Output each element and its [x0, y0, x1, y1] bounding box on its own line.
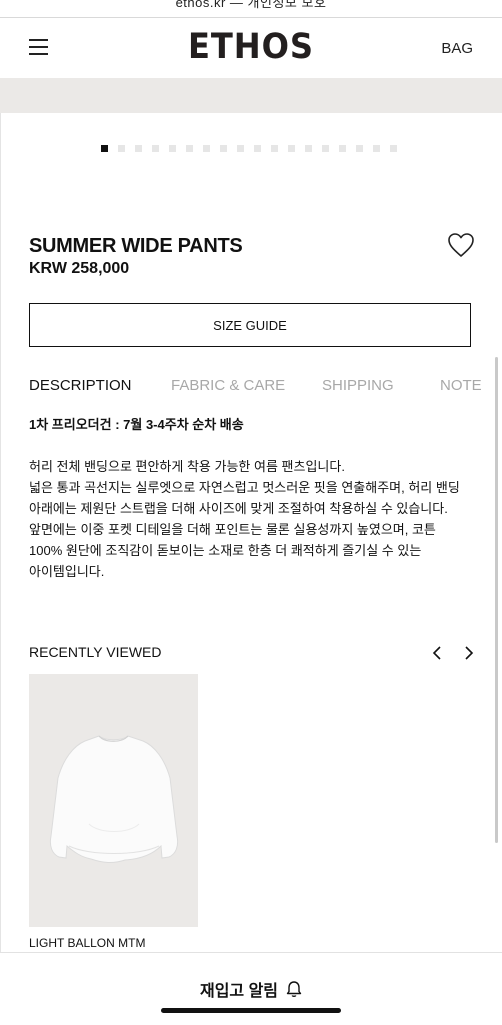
gallery-dot[interactable] — [220, 145, 227, 152]
description-line: 아이템입니다. — [29, 564, 105, 579]
size-guide-button[interactable]: SIZE GUIDE — [29, 303, 471, 347]
description-line: 아래에는 제원단 스트랩을 더해 사이즈에 맞게 조절하여 착용하실 수 있습니… — [29, 501, 448, 516]
gallery-dot[interactable] — [390, 145, 397, 152]
preorder-notice: 1차 프리오더건 : 7월 3-4주차 순차 배송 — [29, 417, 244, 432]
description-line: 허리 전체 밴딩으로 편안하게 착용 가능한 여름 팬츠입니다. — [29, 459, 345, 474]
restock-alert-label: 재입고 알림 — [199, 983, 279, 1000]
browser-url: ethos.kr — 개인정보 보호 — [175, 0, 327, 10]
recent-product-name[interactable]: LIGHT BALLON MTM — [29, 936, 145, 950]
gallery-dot[interactable] — [152, 145, 159, 152]
site-header: ETHOS BAG — [0, 18, 502, 78]
gallery-dot[interactable] — [118, 145, 125, 152]
gallery-dot[interactable] — [186, 145, 193, 152]
heart-icon[interactable] — [447, 232, 475, 258]
gallery-dot[interactable] — [356, 145, 363, 152]
gallery-dot[interactable] — [135, 145, 142, 152]
sweatshirt-image — [49, 735, 179, 863]
description-line: 100% 원단에 조직감이 돋보이는 소재로 한층 더 쾌적하게 즐기실 수 있… — [29, 543, 422, 558]
gallery-dot[interactable] — [271, 145, 278, 152]
home-indicator — [161, 1008, 341, 1013]
product-title: SUMMER WIDE PANTS — [29, 235, 243, 257]
tab-note[interactable]: NOTE — [440, 377, 482, 394]
gallery-dot[interactable] — [254, 145, 261, 152]
bag-link[interactable]: BAG — [441, 40, 473, 57]
description-line: 넓은 통과 곡선지는 실루엣으로 자연스럽고 멋스러운 핏을 연출해주며, 허리… — [29, 480, 460, 495]
product-image-gallery[interactable] — [0, 78, 502, 113]
gallery-dot[interactable] — [373, 145, 380, 152]
browser-url-bar[interactable]: ethos.kr — 개인정보 보호 — [0, 0, 502, 18]
gallery-dot[interactable] — [288, 145, 295, 152]
product-price: KRW 258,000 — [29, 260, 130, 277]
bell-icon — [286, 981, 302, 998]
restock-alert-button[interactable]: 재입고 알림 — [0, 977, 502, 1001]
gallery-dot[interactable] — [101, 145, 108, 152]
gallery-dot[interactable] — [322, 145, 329, 152]
product-description: 허리 전체 밴딩으로 편안하게 착용 가능한 여름 팬츠입니다. 넓은 통과 곡… — [29, 456, 479, 582]
chevron-right-icon[interactable] — [461, 645, 475, 661]
brand-logo[interactable]: ETHOS — [20, 27, 482, 67]
tab-description[interactable]: DESCRIPTION — [29, 377, 132, 394]
gallery-dot[interactable] — [237, 145, 244, 152]
recent-product-image[interactable] — [29, 674, 198, 927]
chevron-left-icon[interactable] — [431, 645, 445, 661]
page-edge — [0, 0, 1, 1024]
bottom-action-bar: 재입고 알림 — [0, 952, 502, 1025]
tab-shipping[interactable]: SHIPPING — [322, 377, 394, 394]
description-line: 앞면에는 이중 포켓 디테일을 더해 포인트는 물론 실용성까지 높였으며, 코… — [29, 522, 436, 537]
tab-fabric-care[interactable]: FABRIC & CARE — [171, 377, 285, 394]
gallery-dot[interactable] — [305, 145, 312, 152]
gallery-dot[interactable] — [203, 145, 210, 152]
recently-viewed-title: RECENTLY VIEWED — [29, 644, 162, 660]
gallery-dot[interactable] — [169, 145, 176, 152]
page-scrollbar[interactable] — [495, 357, 498, 843]
gallery-dot[interactable] — [339, 145, 346, 152]
